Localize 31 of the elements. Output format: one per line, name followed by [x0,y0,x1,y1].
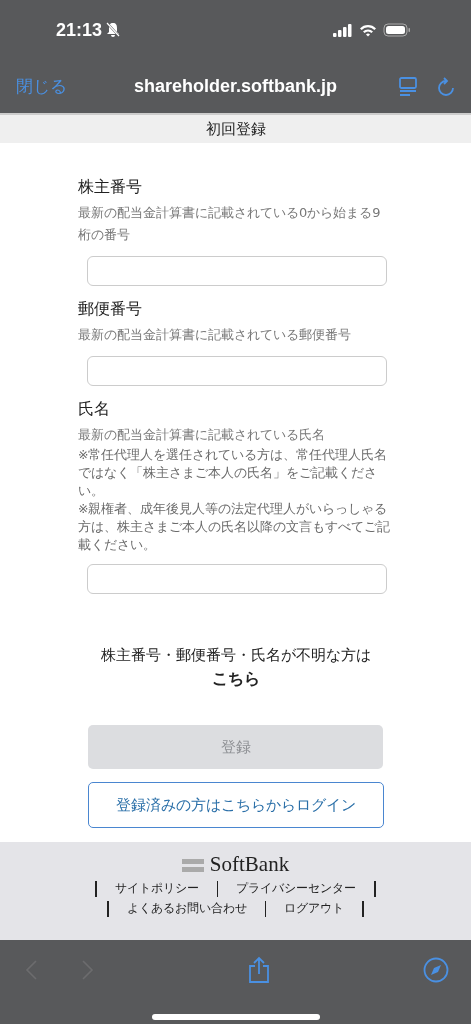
input-field[interactable] [87,564,387,594]
reader-icon[interactable] [399,76,417,97]
share-icon[interactable] [248,956,270,984]
input-field[interactable] [87,356,387,386]
field-description: 最新の配当金計算書に記載されている0から始まる9桁の番号 [78,204,382,244]
login-button[interactable]: 登録済みの方はこちらからログイン [88,782,384,828]
logo-text: SoftBank [209,852,290,877]
page-title: 初回登録 [0,113,471,143]
status-time: 21:13 [56,19,103,41]
help-text: 株主番号・郵便番号・氏名が不明な方は [100,646,371,664]
field-label: 氏名 [78,399,111,420]
help-link[interactable]: こちら [78,667,393,691]
input-field[interactable] [87,256,387,286]
bell-slash-icon [106,22,121,38]
footer-link[interactable]: プライバシーセンター [218,880,375,897]
logo-bars-icon [181,856,204,873]
compass-icon[interactable] [423,957,449,983]
reload-icon[interactable] [437,76,455,97]
footer-link[interactable]: よくあるお問い合わせ [108,900,265,917]
battery-icon [383,23,411,37]
field-label: 郵便番号 [78,299,143,320]
field-note: ※親権者、成年後見人等の法定代理人がいらっしゃる方は、株主さまご本人の氏名以降の文言もすべてご記載ください。 [78,500,391,554]
field-description: 最新の配当金計算書に記載されている氏名 [78,426,326,444]
field-note: ※常任代理人を選任されている方は、常任代理人氏名ではなく「株主さまご本人の氏名」をご記載ください。 [78,446,389,500]
footer-link[interactable]: ログアウト [266,900,363,917]
footer-link[interactable]: サイトポリシー [96,880,217,897]
field-label: 株主番号 [78,177,143,198]
page-url: shareholder.softbank.jp [132,76,338,97]
wifi-icon [359,23,377,37]
field-description: 最新の配当金計算書に記載されている郵便番号 [78,326,352,344]
signal-icon [333,23,353,37]
